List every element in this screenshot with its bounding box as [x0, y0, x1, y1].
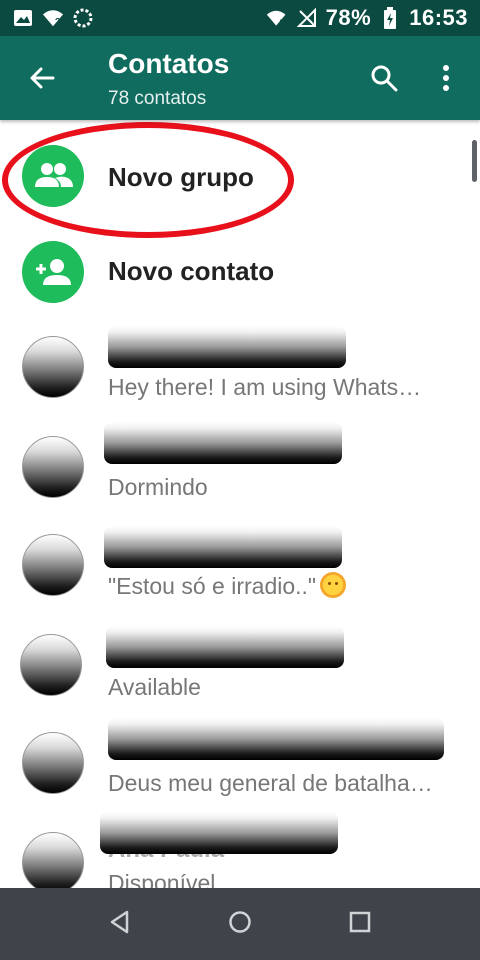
new-group-label: Novo grupo	[108, 162, 254, 192]
redacted-name	[106, 626, 344, 668]
contact-status-line: "Estou só e irradio.."	[108, 572, 347, 600]
contact-row[interactable]: Hey there! I am using Whats…	[0, 322, 480, 422]
nav-home-button[interactable]	[220, 904, 260, 944]
navigation-bar	[0, 888, 480, 960]
more-vert-icon	[442, 64, 450, 96]
contact-status: "Estou só e irradio.."	[108, 573, 317, 599]
contact-row[interactable]: Available	[0, 622, 480, 722]
status-bar: ? 78% 16:53	[0, 0, 480, 36]
back-arrow-icon	[29, 65, 55, 96]
scrollbar[interactable]	[472, 140, 477, 182]
back-button[interactable]	[22, 60, 62, 100]
avatar	[20, 634, 82, 696]
group-icon	[22, 145, 84, 207]
page-title: Contatos	[108, 48, 230, 79]
avatar	[22, 436, 84, 498]
image-icon	[12, 7, 34, 29]
app-bar: Contatos 78 contatos	[0, 36, 480, 120]
new-group-row[interactable]: Novo grupo	[0, 126, 480, 226]
redacted-name	[108, 326, 346, 368]
avatar	[22, 534, 84, 596]
nav-back-button[interactable]	[100, 904, 140, 944]
redacted-name	[104, 526, 342, 568]
new-contact-row[interactable]: Novo contato	[0, 222, 480, 322]
sync-icon	[72, 7, 94, 29]
recents-square-icon	[349, 911, 371, 938]
redacted-name	[104, 422, 342, 464]
svg-text:?: ?	[55, 16, 61, 26]
battery-icon	[379, 7, 401, 29]
back-triangle-icon	[109, 910, 131, 939]
add-contact-icon	[22, 241, 84, 303]
redacted-name	[100, 812, 338, 854]
home-circle-icon	[228, 910, 252, 939]
redacted-name	[108, 718, 444, 760]
avatar	[22, 832, 84, 888]
battery-percent: 78%	[325, 5, 372, 30]
search-button[interactable]	[364, 60, 404, 100]
contact-count: 78 contatos	[108, 88, 207, 109]
sun-face-icon	[320, 572, 347, 598]
contact-status: Dormindo	[108, 474, 208, 500]
contact-row[interactable]: Deus meu general de batalha…	[0, 718, 480, 822]
contact-row[interactable]: "Estou só e irradio.."	[0, 522, 480, 622]
nav-recents-button[interactable]	[340, 904, 380, 944]
avatar	[22, 336, 84, 398]
contact-status: Hey there! I am using Whats…	[108, 374, 422, 400]
clock: 16:53	[409, 5, 468, 30]
wifi-x-icon	[266, 7, 288, 29]
more-options-button[interactable]	[428, 60, 464, 100]
avatar	[22, 732, 84, 794]
new-contact-label: Novo contato	[108, 256, 275, 286]
contact-status: Disponível	[108, 870, 216, 888]
no-signal-icon	[296, 7, 318, 29]
contact-row[interactable]: Ana Paula Disponível	[0, 812, 480, 888]
contact-list[interactable]: Novo grupo Novo contato Hey there! I am …	[0, 120, 480, 888]
wifi-question-icon: ?	[42, 7, 64, 29]
search-icon	[370, 64, 398, 97]
contact-status: Deus meu general de batalha…	[108, 770, 433, 796]
contact-row[interactable]: Dormindo	[0, 422, 480, 522]
contact-status: Available	[108, 674, 201, 700]
